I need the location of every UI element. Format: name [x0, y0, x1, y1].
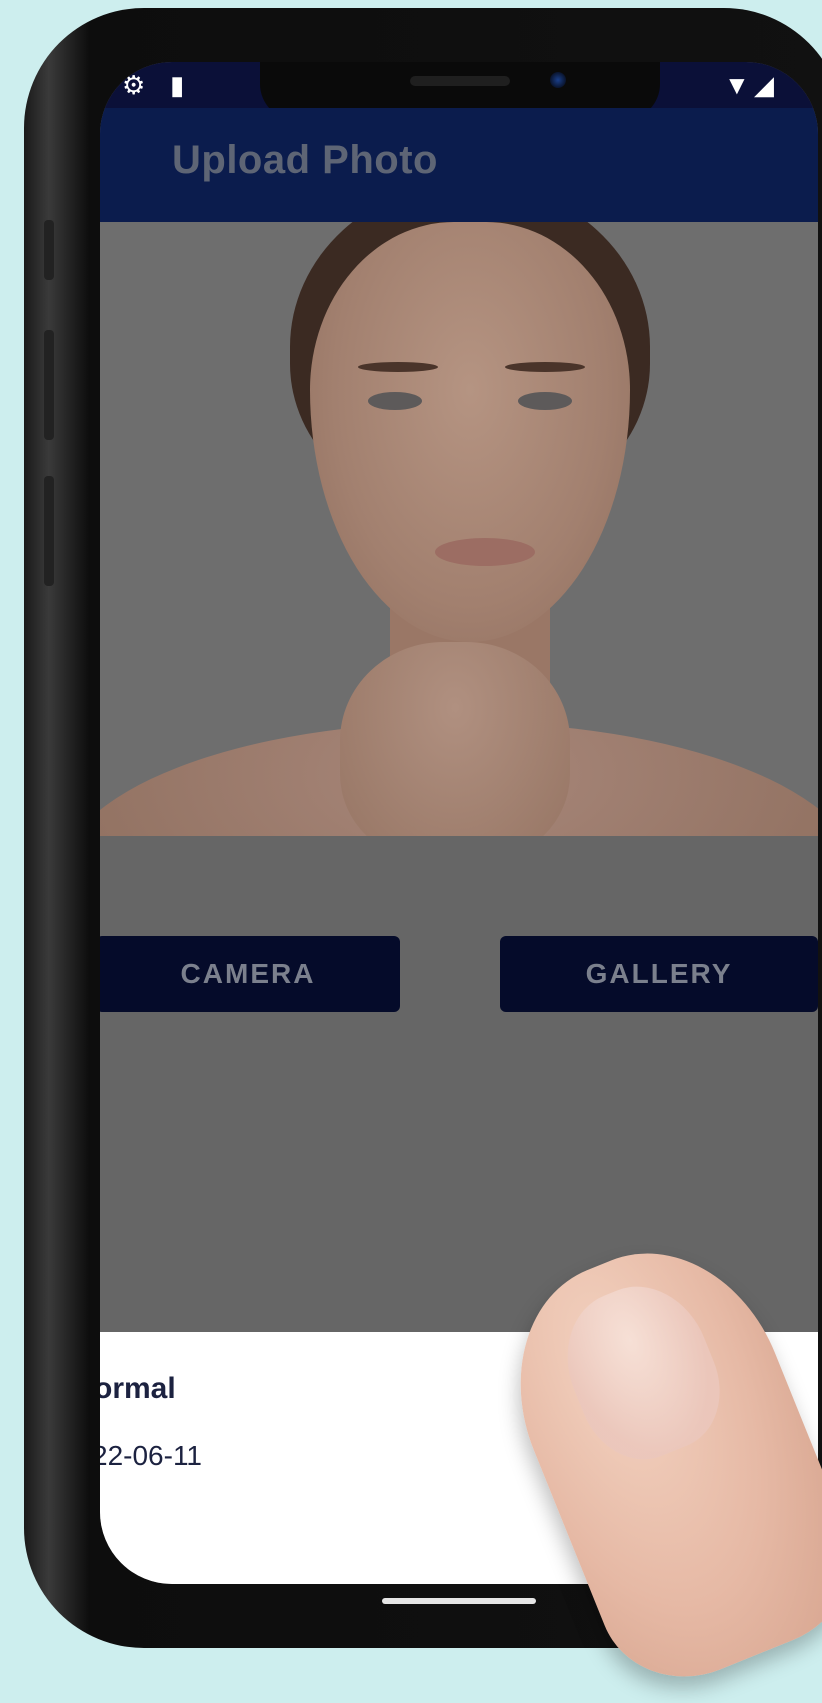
photo-face [310, 222, 630, 642]
photo-source-actions: CAMERA GALLERY [100, 936, 818, 1014]
sheet-date: 22-06-11 [100, 1440, 203, 1471]
camera-button[interactable]: CAMERA [100, 936, 400, 1012]
photo-right-eye [518, 392, 572, 410]
sheet-title: ormal [100, 1372, 176, 1405]
signal-icon: ◢ [754, 70, 774, 100]
phone-side-button-volume-down [44, 476, 54, 586]
photo-right-brow [505, 362, 585, 372]
phone-side-button-volume-up [44, 330, 54, 440]
sd-card-icon: ▮ [170, 70, 185, 100]
photo-left-eye [368, 392, 422, 410]
finger-nail [545, 1266, 740, 1477]
photo-lips [435, 538, 535, 566]
photo-preview [100, 222, 818, 836]
phone-side-button-mute [44, 220, 54, 280]
gallery-button[interactable]: GALLERY [500, 936, 818, 1012]
wifi-icon: ▼ [724, 70, 750, 100]
front-camera [550, 72, 566, 88]
gear-icon: ⚙ [122, 70, 146, 100]
page-title: Upload Photo [172, 138, 438, 182]
earpiece-speaker [410, 76, 510, 86]
photo-left-brow [358, 362, 438, 372]
home-indicator[interactable] [382, 1598, 536, 1604]
status-bar: ⚙ ▮ ▼ ◢ [100, 62, 818, 120]
app-bar: Upload Photo [100, 108, 818, 222]
photo-hands [340, 642, 570, 836]
